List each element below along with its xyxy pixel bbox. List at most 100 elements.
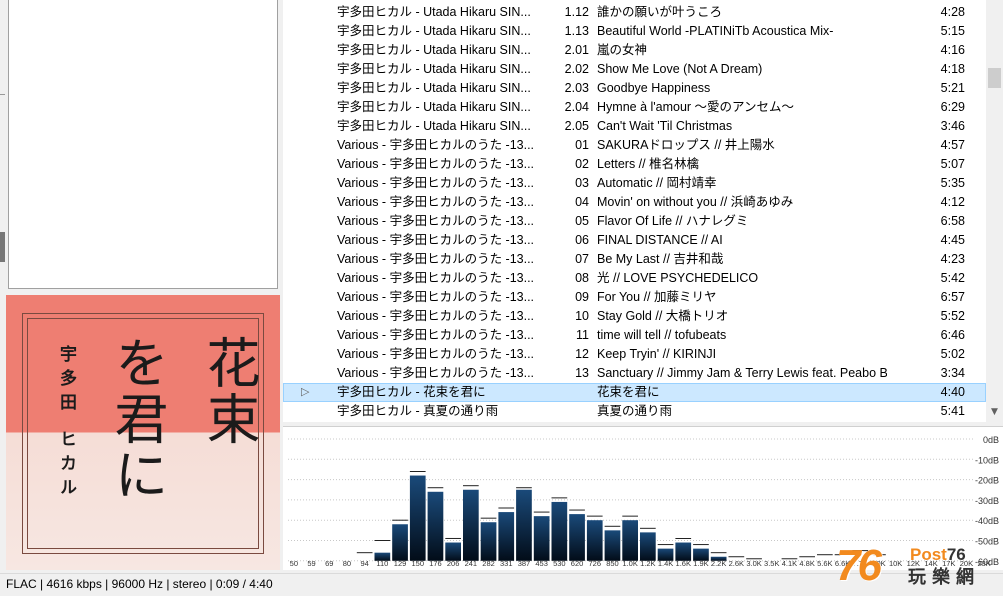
track-duration: 6:58 [940, 214, 965, 228]
left-panel: 宇多田 ヒカル 花束 を君に [0, 0, 283, 573]
track-artist-album: Various - 宇多田ヒカルのうた -13... [337, 214, 535, 228]
track-duration: 5:02 [940, 347, 965, 361]
playlist-row[interactable]: Various - 宇多田ヒカルのうた -13... 05 Flavor Of Li… [283, 212, 986, 231]
track-number: 2.04 [564, 100, 589, 114]
track-duration: 5:42 [940, 271, 965, 285]
playlist-row[interactable]: Various - 宇多田ヒカルのうた -13... 13 Sanctuary //… [283, 364, 986, 383]
track-number: 2.03 [564, 81, 589, 95]
library-pane[interactable] [8, 0, 278, 289]
spectrum-freq-label: 1.2K [640, 559, 655, 568]
playlist-row[interactable]: Various - 宇多田ヒカルのうた -13... 01 SAKURAドロップス … [283, 136, 986, 155]
playlist-row[interactable]: Various - 宇多田ヒカルのうた -13... 08 光 // LOVE PS… [283, 269, 986, 288]
track-title: Flavor Of Life // ハナレグミ [597, 214, 749, 228]
spectrum-freq-label: 620 [571, 559, 584, 568]
track-number: 1.12 [564, 5, 589, 19]
track-duration: 4:57 [940, 138, 965, 152]
track-title: 光 // LOVE PSYCHEDELICO [597, 271, 759, 285]
spectrum-freq-label: 50 [290, 559, 298, 568]
playlist-row[interactable]: Various - 宇多田ヒカルのうた -13... 11 time will te… [283, 326, 986, 345]
playlist-row[interactable]: Various - 宇多田ヒカルのうた -13... 04 Movin' on wi… [283, 193, 986, 212]
playlist-row[interactable]: Various - 宇多田ヒカルのうた -13... 07 Be My Last /… [283, 250, 986, 269]
track-number: 07 [575, 252, 589, 266]
spectrum-freq-label: 3.0K [746, 559, 761, 568]
watermark-cjk: 玩樂網 [908, 567, 980, 588]
spectrum-freq-label: 453 [535, 559, 548, 568]
spectrum-bar [480, 522, 497, 561]
track-title: For You // 加藤ミリヤ [597, 290, 717, 304]
spectrum-freq-label: 5.6K [817, 559, 832, 568]
playlist-row[interactable]: 宇多田ヒカル - Utada Hikaru SIN... 2.03 Goodbye … [283, 79, 986, 98]
track-duration: 4:45 [940, 233, 965, 247]
playlist-row[interactable]: 宇多田ヒカル - Utada Hikaru SIN... 2.04 Hymne à … [283, 98, 986, 117]
track-title: Movin' on without you // 浜崎あゆみ [597, 195, 794, 209]
track-artist-album: Various - 宇多田ヒカルのうた -13... [337, 176, 535, 190]
left-resize-handle[interactable] [0, 232, 5, 262]
track-title: Keep Tryin' // KIRINJI [597, 347, 717, 361]
spectrum-bar [586, 520, 603, 561]
playlist-row[interactable]: 宇多田ヒカル - 真夏の通り雨 真夏の通り雨 5:41 [283, 402, 986, 421]
spectrum-bar [392, 524, 408, 561]
track-title: Show Me Love (Not A Dream) [597, 62, 763, 76]
track-title: 真夏の通り雨 [597, 404, 673, 418]
track-title: Hymne à l'amour ～愛のアンセム～ [597, 100, 795, 114]
spectrum-freq-label: 850 [606, 559, 619, 568]
playlist-view[interactable]: 宇多田ヒカル - Utada Hikaru SIN... 1.12 誰かの願いが叶う… [283, 0, 986, 422]
track-number: 03 [575, 176, 589, 190]
spectrum-db-label: -20dB [975, 476, 999, 486]
track-artist-album: Various - 宇多田ヒカルのうた -13... [337, 366, 535, 380]
spectrum-db-label: 0dB [983, 435, 999, 445]
track-duration: 5:21 [940, 81, 965, 95]
track-artist-album: Various - 宇多田ヒカルのうた -13... [337, 233, 535, 247]
playlist-row[interactable]: 宇多田ヒカル - Utada Hikaru SIN... 1.12 誰かの願いが叶う… [283, 3, 986, 22]
spectrum-freq-label: 331 [500, 559, 513, 568]
playlist-scrollbar[interactable]: ▼ [986, 0, 1003, 422]
track-number: 2.05 [564, 119, 589, 133]
track-number: 01 [575, 138, 589, 152]
scroll-down-arrow-icon[interactable]: ▼ [986, 404, 1003, 421]
spectrum-freq-label: 69 [325, 559, 333, 568]
track-title: Beautiful World -PLATINiTb Acoustica Mix… [597, 24, 834, 38]
track-artist-album: 宇多田ヒカル - Utada Hikaru SIN... [337, 43, 531, 57]
playlist-row[interactable]: Various - 宇多田ヒカルのうた -13... 03 Automatic //… [283, 174, 986, 193]
track-title: time will tell // tofubeats [597, 328, 727, 342]
playlist-row[interactable]: 宇多田ヒカル - Utada Hikaru SIN... 2.01 嵐の女神 4:16 [283, 41, 986, 60]
spectrum-bar [516, 489, 532, 561]
track-duration: 6:29 [940, 100, 965, 114]
spectrum-db-label: -30dB [975, 496, 999, 506]
track-title: Automatic // 岡村靖幸 [597, 176, 717, 190]
playlist-row[interactable]: Various - 宇多田ヒカルのうた -13... 10 Stay Gold //… [283, 307, 986, 326]
left-divider-mark [0, 94, 5, 95]
track-artist-album: Various - 宇多田ヒカルのうた -13... [337, 290, 535, 304]
spectrum-freq-label: 2.2K [711, 559, 726, 568]
watermark-logo: 76 Post76 玩樂網 [836, 541, 1003, 595]
track-artist-album: 宇多田ヒカル - Utada Hikaru SIN... [337, 100, 531, 114]
playlist-row[interactable]: Various - 宇多田ヒカルのうた -13... 12 Keep Tryin' … [283, 345, 986, 364]
spectrum-bar [498, 512, 515, 561]
track-duration: 5:15 [940, 24, 965, 38]
playlist-row[interactable]: 宇多田ヒカル - Utada Hikaru SIN... 2.05 Can't Wa… [283, 117, 986, 136]
track-duration: 4:12 [940, 195, 965, 209]
spectrum-bar [463, 489, 479, 561]
spectrum-freq-label: 1.4K [658, 559, 673, 568]
spectrum-freq-label: 726 [588, 559, 601, 568]
track-title: Stay Gold // 大橋トリオ [597, 309, 729, 323]
spectrum-freq-label: 206 [447, 559, 460, 568]
playlist-row[interactable]: Various - 宇多田ヒカルのうた -13... 09 For You // 加… [283, 288, 986, 307]
status-text: FLAC | 4616 kbps | 96000 Hz | stereo | 0… [6, 577, 273, 591]
spectrum-bar [569, 514, 585, 561]
track-number: 04 [575, 195, 589, 209]
playlist-row[interactable]: Various - 宇多田ヒカルのうた -13... 06 FINAL DISTAN… [283, 231, 986, 250]
playlist-row[interactable]: 宇多田ヒカル - Utada Hikaru SIN... 1.13 Beautifu… [283, 22, 986, 41]
track-title: Letters // 椎名林檎 [597, 157, 700, 171]
playlist-row-playing[interactable]: ▷ 宇多田ヒカル - 花束を君に 花束を君に 4:40 [283, 383, 986, 402]
spectrum-freq-label: 2.6K [729, 559, 744, 568]
playlist-row[interactable]: 宇多田ヒカル - Utada Hikaru SIN... 2.02 Show Me … [283, 60, 986, 79]
track-artist-album: 宇多田ヒカル - 花束を君に [337, 385, 486, 399]
track-artist-album: Various - 宇多田ヒカルのうた -13... [337, 328, 535, 342]
spectrum-freq-label: 282 [482, 559, 495, 568]
track-duration: 5:07 [940, 157, 965, 171]
track-artist-album: 宇多田ヒカル - Utada Hikaru SIN... [337, 81, 531, 95]
scrollbar-thumb[interactable] [988, 68, 1001, 88]
playlist-row[interactable]: Various - 宇多田ヒカルのうた -13... 02 Letters // 椎… [283, 155, 986, 174]
track-duration: 3:34 [940, 366, 965, 380]
